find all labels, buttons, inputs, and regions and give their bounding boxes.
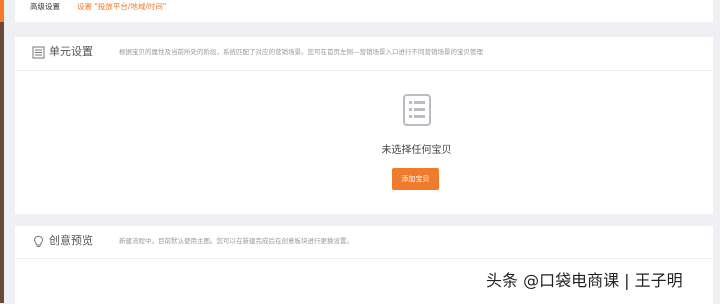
empty-state: 未选择任何宝贝 添加宝贝 [15, 71, 713, 214]
creative-preview-description: 新建流程中，目前默认使用主图。您可以在新建完成后在创意板块进行更换设置。 [119, 237, 353, 245]
empty-state-text: 未选择任何宝贝 [381, 145, 452, 156]
right-edge-gutter [713, 0, 720, 303]
unit-settings-header: 单元设置 根据宝贝的属性及当前所处的阶段，系统匹配了对应的营销场景。您可在首页左… [15, 37, 713, 71]
document-list-icon [403, 94, 431, 126]
creative-preview-header: 创意预览 新建流程中，目前默认使用主图。您可以在新建完成后在创意板块进行更换设置… [15, 226, 713, 260]
advanced-settings-link[interactable]: 设置 "投放平台/地域/时间" [77, 0, 166, 14]
list-document-icon [32, 46, 45, 59]
lightbulb-icon [33, 235, 44, 247]
unit-settings-title: 单元设置 [49, 45, 93, 58]
left-accent-bar [0, 0, 4, 303]
advanced-settings-label: 高级设置 [30, 2, 60, 11]
add-item-button[interactable]: 添加宝贝 [392, 168, 439, 190]
unit-settings-panel: 单元设置 根据宝贝的属性及当前所处的阶段，系统匹配了对应的营销场景。您可在首页左… [15, 37, 713, 214]
advanced-settings-row: 高级设置 设置 "投放平台/地域/时间" [15, 0, 713, 22]
watermark-text: 头条 @口袋电商课 | 王子明 [486, 271, 683, 290]
unit-settings-description: 根据宝贝的属性及当前所处的阶段，系统匹配了对应的营销场景。您可在首页左侧—营销场… [119, 48, 483, 56]
creative-preview-title: 创意预览 [49, 234, 93, 247]
